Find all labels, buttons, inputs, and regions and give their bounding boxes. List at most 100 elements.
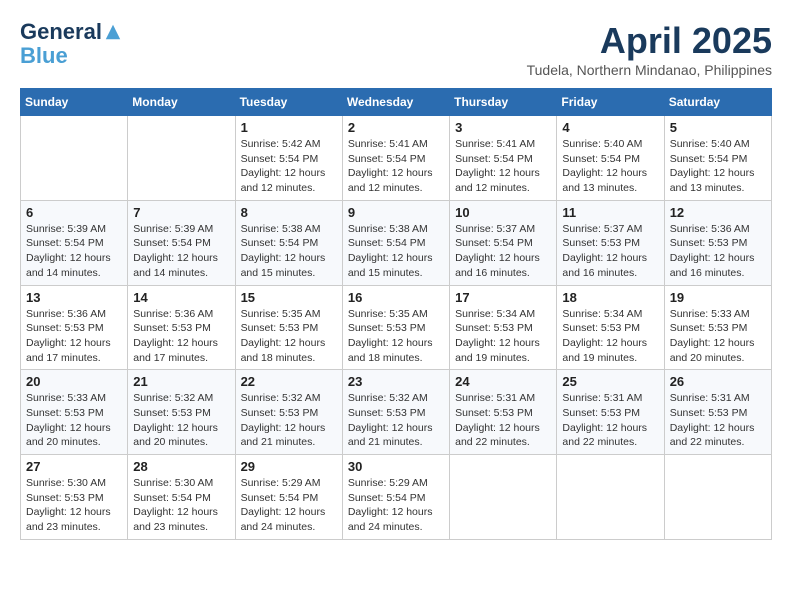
day-info: Sunrise: 5:31 AMSunset: 5:53 PMDaylight:… — [455, 391, 551, 450]
calendar-cell: 4 Sunrise: 5:40 AMSunset: 5:54 PMDaylight… — [557, 116, 664, 201]
calendar-week-5: 27 Sunrise: 5:30 AMSunset: 5:53 PMDayligh… — [21, 455, 772, 540]
calendar-cell: 19 Sunrise: 5:33 AMSunset: 5:53 PMDayligh… — [664, 285, 771, 370]
calendar-cell: 26Sunrise: 5:31 AMSunset: 5:53 PMDayligh… — [664, 370, 771, 455]
day-info: Sunrise: 5:36 AMSunset: 5:53 PMDaylight:… — [133, 307, 229, 366]
day-info: Sunrise: 5:34 AMSunset: 5:53 PMDaylight:… — [562, 307, 658, 366]
calendar-cell: 3Sunrise: 5:41 AMSunset: 5:54 PMDaylight… — [450, 116, 557, 201]
weekday-header-wednesday: Wednesday — [342, 89, 449, 116]
day-info: Sunrise: 5:29 AMSunset: 5:54 PMDaylight:… — [241, 476, 337, 535]
day-info: Sunrise: 5:32 AMSunset: 5:53 PMDaylight:… — [241, 391, 337, 450]
calendar-cell: 22 Sunrise: 5:32 AMSunset: 5:53 PMDayligh… — [235, 370, 342, 455]
day-number: 15 — [241, 290, 337, 305]
page-header: General Blue April 2025 Tudela, Northern… — [20, 20, 772, 78]
day-number: 17 — [455, 290, 551, 305]
day-number: 24 — [455, 374, 551, 389]
calendar-cell — [557, 455, 664, 540]
day-number: 5 — [670, 120, 766, 135]
day-number: 25 — [562, 374, 658, 389]
day-info: Sunrise: 5:35 AMSunset: 5:53 PMDaylight:… — [348, 307, 444, 366]
calendar-cell: 20 Sunrise: 5:33 AMSunset: 5:53 PMDayligh… — [21, 370, 128, 455]
calendar-week-4: 20 Sunrise: 5:33 AMSunset: 5:53 PMDayligh… — [21, 370, 772, 455]
calendar-cell: 5 Sunrise: 5:40 AMSunset: 5:54 PMDaylight… — [664, 116, 771, 201]
day-number: 22 — [241, 374, 337, 389]
location: Tudela, Northern Mindanao, Philippines — [527, 62, 772, 78]
logo: General Blue — [20, 20, 122, 68]
calendar-week-2: 6 Sunrise: 5:39 AMSunset: 5:54 PMDaylight… — [21, 200, 772, 285]
logo-text-general: General — [20, 20, 102, 44]
logo-text-blue: Blue — [20, 44, 122, 68]
calendar-cell: 7 Sunrise: 5:39 AMSunset: 5:54 PMDaylight… — [128, 200, 235, 285]
calendar-week-1: 1 Sunrise: 5:42 AMSunset: 5:54 PMDaylight… — [21, 116, 772, 201]
day-number: 23 — [348, 374, 444, 389]
day-info: Sunrise: 5:36 AMSunset: 5:53 PMDaylight:… — [26, 307, 122, 366]
calendar-cell — [664, 455, 771, 540]
day-info: Sunrise: 5:32 AMSunset: 5:53 PMDaylight:… — [348, 391, 444, 450]
day-number: 12 — [670, 205, 766, 220]
day-info: Sunrise: 5:29 AMSunset: 5:54 PMDaylight:… — [348, 476, 444, 535]
day-number: 13 — [26, 290, 122, 305]
day-number: 4 — [562, 120, 658, 135]
calendar-cell: 23 Sunrise: 5:32 AMSunset: 5:53 PMDayligh… — [342, 370, 449, 455]
calendar-cell: 25 Sunrise: 5:31 AMSunset: 5:53 PMDayligh… — [557, 370, 664, 455]
calendar-week-3: 13 Sunrise: 5:36 AMSunset: 5:53 PMDayligh… — [21, 285, 772, 370]
day-number: 8 — [241, 205, 337, 220]
day-number: 30 — [348, 459, 444, 474]
day-info: Sunrise: 5:30 AMSunset: 5:54 PMDaylight:… — [133, 476, 229, 535]
calendar-cell: 17 Sunrise: 5:34 AMSunset: 5:53 PMDayligh… — [450, 285, 557, 370]
calendar-cell: 29 Sunrise: 5:29 AMSunset: 5:54 PMDayligh… — [235, 455, 342, 540]
day-info: Sunrise: 5:36 AMSunset: 5:53 PMDaylight:… — [670, 222, 766, 281]
day-number: 14 — [133, 290, 229, 305]
weekday-header-thursday: Thursday — [450, 89, 557, 116]
day-number: 19 — [670, 290, 766, 305]
day-number: 20 — [26, 374, 122, 389]
day-info: Sunrise: 5:38 AMSunset: 5:54 PMDaylight:… — [348, 222, 444, 281]
calendar-cell: 10 Sunrise: 5:37 AMSunset: 5:54 PMDayligh… — [450, 200, 557, 285]
logo-icon — [104, 23, 122, 41]
day-info: Sunrise: 5:32 AMSunset: 5:53 PMDaylight:… — [133, 391, 229, 450]
calendar-cell: 14 Sunrise: 5:36 AMSunset: 5:53 PMDayligh… — [128, 285, 235, 370]
day-info: Sunrise: 5:40 AMSunset: 5:54 PMDaylight:… — [562, 137, 658, 196]
day-info: Sunrise: 5:39 AMSunset: 5:54 PMDaylight:… — [26, 222, 122, 281]
calendar-cell: 12 Sunrise: 5:36 AMSunset: 5:53 PMDayligh… — [664, 200, 771, 285]
day-number: 27 — [26, 459, 122, 474]
day-info: Sunrise: 5:42 AMSunset: 5:54 PMDaylight:… — [241, 137, 337, 196]
day-number: 29 — [241, 459, 337, 474]
calendar-cell: 8 Sunrise: 5:38 AMSunset: 5:54 PMDaylight… — [235, 200, 342, 285]
calendar-cell: 1 Sunrise: 5:42 AMSunset: 5:54 PMDaylight… — [235, 116, 342, 201]
day-number: 26 — [670, 374, 766, 389]
weekday-header-saturday: Saturday — [664, 89, 771, 116]
day-number: 7 — [133, 205, 229, 220]
weekday-header-friday: Friday — [557, 89, 664, 116]
day-number: 21 — [133, 374, 229, 389]
calendar-cell: 16 Sunrise: 5:35 AMSunset: 5:53 PMDayligh… — [342, 285, 449, 370]
calendar-cell: 6 Sunrise: 5:39 AMSunset: 5:54 PMDaylight… — [21, 200, 128, 285]
day-info: Sunrise: 5:38 AMSunset: 5:54 PMDaylight:… — [241, 222, 337, 281]
weekday-header-monday: Monday — [128, 89, 235, 116]
day-info: Sunrise: 5:41 AMSunset: 5:54 PMDaylight:… — [348, 137, 444, 196]
weekday-header-tuesday: Tuesday — [235, 89, 342, 116]
day-info: Sunrise: 5:33 AMSunset: 5:53 PMDaylight:… — [26, 391, 122, 450]
day-number: 11 — [562, 205, 658, 220]
day-info: Sunrise: 5:35 AMSunset: 5:53 PMDaylight:… — [241, 307, 337, 366]
calendar-table: SundayMondayTuesdayWednesdayThursdayFrid… — [20, 88, 772, 540]
day-number: 10 — [455, 205, 551, 220]
day-number: 16 — [348, 290, 444, 305]
calendar-cell: 28 Sunrise: 5:30 AMSunset: 5:54 PMDayligh… — [128, 455, 235, 540]
month-title: April 2025 — [527, 20, 772, 62]
weekday-header-sunday: Sunday — [21, 89, 128, 116]
calendar-cell: 15 Sunrise: 5:35 AMSunset: 5:53 PMDayligh… — [235, 285, 342, 370]
day-info: Sunrise: 5:41 AMSunset: 5:54 PMDaylight:… — [455, 137, 551, 196]
calendar-cell: 18Sunrise: 5:34 AMSunset: 5:53 PMDayligh… — [557, 285, 664, 370]
calendar-cell: 30 Sunrise: 5:29 AMSunset: 5:54 PMDayligh… — [342, 455, 449, 540]
day-info: Sunrise: 5:37 AMSunset: 5:54 PMDaylight:… — [455, 222, 551, 281]
day-number: 6 — [26, 205, 122, 220]
day-info: Sunrise: 5:31 AMSunset: 5:53 PMDaylight:… — [562, 391, 658, 450]
day-info: Sunrise: 5:33 AMSunset: 5:53 PMDaylight:… — [670, 307, 766, 366]
day-number: 28 — [133, 459, 229, 474]
day-info: Sunrise: 5:34 AMSunset: 5:53 PMDaylight:… — [455, 307, 551, 366]
day-number: 1 — [241, 120, 337, 135]
day-info: Sunrise: 5:39 AMSunset: 5:54 PMDaylight:… — [133, 222, 229, 281]
day-info: Sunrise: 5:40 AMSunset: 5:54 PMDaylight:… — [670, 137, 766, 196]
calendar-cell: 24 Sunrise: 5:31 AMSunset: 5:53 PMDayligh… — [450, 370, 557, 455]
day-info: Sunrise: 5:30 AMSunset: 5:53 PMDaylight:… — [26, 476, 122, 535]
